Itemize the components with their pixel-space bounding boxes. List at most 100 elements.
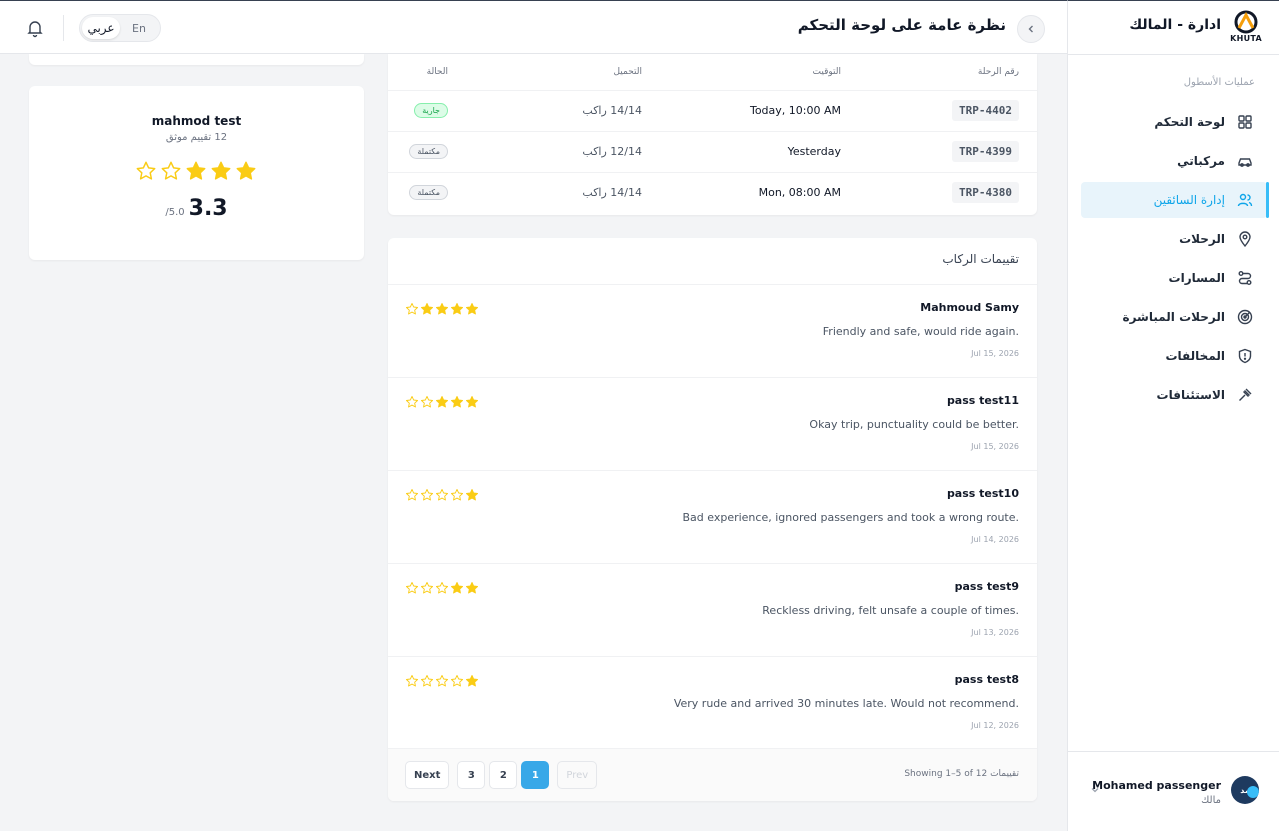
bell-icon[interactable] <box>25 18 45 38</box>
chevron-down-icon[interactable] <box>1089 784 1101 796</box>
trip-time: Mon, 08:00 AM <box>758 186 841 199</box>
sidebar-item-label: الرحلات المباشرة <box>1122 310 1226 324</box>
sidebar-item-label: المخالفات <box>1165 349 1225 363</box>
review-date: Jul 15, 2026 <box>971 349 1019 358</box>
gavel-icon <box>1239 388 1252 401</box>
driver-name: mahmod test <box>151 114 242 128</box>
star-outline-icon <box>420 581 434 594</box>
star-outline-icon <box>435 581 449 594</box>
status-badge: جارية <box>414 103 448 118</box>
status-badge: مكتملة <box>409 144 448 159</box>
list-item: pass test8 Very rude and arrived 30 minu… <box>388 657 1037 750</box>
star-outline-icon <box>420 674 434 687</box>
sidebar-item-trips[interactable]: الرحلات <box>1081 221 1267 257</box>
driver-stars <box>135 160 257 182</box>
sidebar-item-violations[interactable]: المخالفات <box>1081 338 1267 374</box>
review-comment: Friendly and safe, would ride again. <box>822 325 1019 338</box>
next-page-button[interactable]: Next <box>405 761 450 789</box>
pagination: Next 3 2 1 Prev <box>405 761 598 789</box>
column-header-time: التوقيت <box>812 67 841 77</box>
avatar-initials: مد <box>1240 785 1250 795</box>
sidebar-item-live-trips[interactable]: الرحلات المباشرة <box>1081 299 1267 335</box>
sidebar-item-drivers[interactable]: إدارة السائقين <box>1081 182 1269 218</box>
score-max: /5.0 <box>165 207 185 218</box>
lang-option-english[interactable]: En <box>120 17 158 39</box>
star-outline-icon <box>450 674 464 687</box>
table-row[interactable]: TRP-4402 Today, 10:00 AM 14/14 راكب جاري… <box>388 91 1037 132</box>
pagination-summary: Showing 1–5 of 12 تقييمات <box>904 769 1019 779</box>
back-button[interactable] <box>1017 15 1045 43</box>
reviewer-name: pass test10 <box>946 487 1019 500</box>
chevron-left-icon <box>1028 25 1033 33</box>
sidebar-item-dashboard[interactable]: لوحة التحكم <box>1081 104 1267 140</box>
reviewer-name: pass test8 <box>954 673 1019 686</box>
review-date: Jul 13, 2026 <box>971 628 1019 637</box>
star-outline-icon <box>435 488 449 501</box>
users-icon <box>1237 193 1253 207</box>
review-comment: Bad experience, ignored passengers and t… <box>682 511 1019 524</box>
review-stars <box>405 395 479 409</box>
star-outline-icon <box>420 395 434 408</box>
lang-option-arabic[interactable]: عربي <box>82 17 120 39</box>
sidebar-item-vehicles[interactable]: مركباتي <box>1081 143 1267 179</box>
grid-icon <box>1238 115 1252 129</box>
table-row[interactable]: TRP-4399 Yesterday 12/14 راكب مكتملة <box>388 132 1037 173</box>
trip-id: TRP-4402 <box>952 100 1019 121</box>
sidebar-item-label: مركباتي <box>1177 154 1225 168</box>
star-filled-icon <box>435 395 449 408</box>
star-filled-icon <box>186 161 206 180</box>
passenger-ratings-card: تقييمات الركاب Mahmoud Samy Friendly and… <box>388 238 1037 801</box>
brand[interactable]: KHUTA ادارة - المالك <box>1067 1 1279 55</box>
table-row[interactable]: TRP-4380 Mon, 08:00 AM 14/14 راكب مكتملة <box>388 173 1037 214</box>
car-icon <box>1238 158 1252 167</box>
page-button-2[interactable]: 2 <box>489 761 518 789</box>
star-filled-icon <box>236 161 256 180</box>
star-filled-icon <box>420 302 434 315</box>
star-filled-icon <box>465 674 479 687</box>
star-filled-icon <box>465 302 479 315</box>
review-date: Jul 14, 2026 <box>971 535 1019 544</box>
star-outline-icon <box>136 161 156 180</box>
sidebar-item-label: المسارات <box>1168 271 1225 285</box>
star-outline-icon <box>450 488 464 501</box>
driver-rating-count: 12 تقييم موثق <box>165 132 228 143</box>
page-button-3[interactable]: 3 <box>457 761 486 789</box>
star-filled-icon <box>465 581 479 594</box>
prev-page-button[interactable]: Prev <box>557 761 598 789</box>
user-role: مالك <box>1201 795 1221 806</box>
list-item: pass test9 Reckless driving, felt unsafe… <box>388 564 1037 657</box>
sidebar-item-label: الرحلات <box>1179 232 1225 246</box>
sidebar-item-routes[interactable]: المسارات <box>1081 260 1267 296</box>
star-outline-icon <box>405 581 419 594</box>
user-profile[interactable]: مد Mohamed passenger مالك <box>1067 751 1279 831</box>
table-header: رقم الرحلة التوقيت التحميل الحالة <box>388 54 1037 91</box>
star-filled-icon <box>450 581 464 594</box>
radar-icon <box>1237 309 1253 325</box>
section-label-fleet-operations: عمليات الأسطول <box>1183 77 1255 88</box>
star-outline-icon <box>405 488 419 501</box>
review-comment: Reckless driving, felt unsafe a couple o… <box>762 604 1019 617</box>
brand-logo-text: KHUTA <box>1230 34 1262 43</box>
list-item: pass test11 Okay trip, punctuality could… <box>388 378 1037 471</box>
star-outline-icon <box>405 302 419 315</box>
sidebar-nav: لوحة التحكم مركباتي إدارة السائقين الرحل… <box>1067 104 1279 416</box>
trip-load: 14/14 راكب <box>582 186 642 199</box>
sidebar-item-appeals[interactable]: الاستئنافات <box>1081 377 1267 413</box>
star-outline-icon <box>161 161 181 180</box>
star-filled-icon <box>465 488 479 501</box>
status-badge: مكتملة <box>409 185 448 200</box>
top-header: عربي En نظرة عامة على لوحة التحكم <box>0 0 1067 54</box>
star-filled-icon <box>211 161 231 180</box>
column-header-trip-id: رقم الرحلة <box>977 67 1019 77</box>
trip-id: TRP-4399 <box>952 141 1019 162</box>
star-filled-icon <box>465 395 479 408</box>
reviewer-name: pass test11 <box>946 394 1019 407</box>
language-toggle[interactable]: عربي En <box>79 14 161 42</box>
review-stars <box>405 581 479 595</box>
ratings-title: تقييمات الركاب <box>942 252 1019 266</box>
review-date: Jul 12, 2026 <box>971 721 1019 730</box>
driver-rating-card: mahmod test 12 تقييم موثق /5.0 3.3 <box>29 86 364 260</box>
user-name: Mohamed passenger <box>1092 779 1221 792</box>
trip-time: Today, 10:00 AM <box>749 104 841 117</box>
page-button-1[interactable]: 1 <box>521 761 550 789</box>
